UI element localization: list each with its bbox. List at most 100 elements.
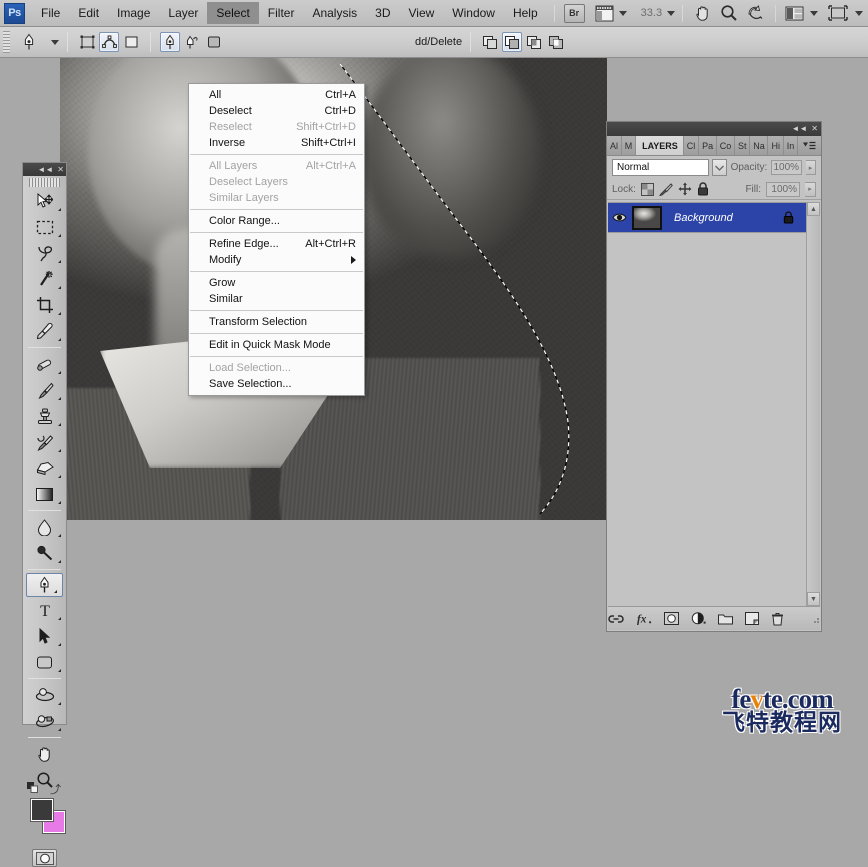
tool-lasso[interactable] xyxy=(23,240,66,266)
paths-icon[interactable] xyxy=(99,32,119,52)
quick-mask-icon[interactable] xyxy=(32,849,57,867)
opacity-stepper[interactable]: ▸ xyxy=(806,160,816,175)
fill-pixels-icon[interactable] xyxy=(121,32,141,52)
tool-blur[interactable] xyxy=(23,514,66,540)
panel-menu-icon[interactable] xyxy=(798,136,821,155)
delete-layer-icon[interactable] xyxy=(771,611,784,627)
menu-select[interactable]: Select xyxy=(207,2,258,24)
tool-dodge[interactable] xyxy=(23,540,66,566)
tab-info[interactable]: In xyxy=(784,136,798,155)
layer-thumbnail[interactable] xyxy=(632,206,662,230)
zoom-level-dropdown-arrow[interactable] xyxy=(667,11,675,16)
menu-item-inverse[interactable]: Inverse Shift+Ctrl+I xyxy=(189,135,364,151)
tool-crop[interactable] xyxy=(23,292,66,318)
tool-spot-healing-brush[interactable] xyxy=(23,351,66,377)
menu-layer[interactable]: Layer xyxy=(159,2,207,24)
menu-image[interactable]: Image xyxy=(108,2,159,24)
new-adjustment-layer-icon[interactable] xyxy=(691,611,706,627)
collapse-panel-icon[interactable]: ◄◄ xyxy=(791,125,807,133)
shape-layers-icon[interactable] xyxy=(77,32,97,52)
tool-gradient[interactable] xyxy=(23,481,66,507)
collapse-panel-icon[interactable]: ◄◄ xyxy=(37,166,53,174)
lock-all-icon[interactable] xyxy=(697,182,709,196)
zoom-tool-icon[interactable] xyxy=(716,4,742,22)
tool-brush[interactable] xyxy=(23,377,66,403)
add-layer-mask-icon[interactable] xyxy=(664,611,679,627)
tool-rectangular-marquee[interactable] xyxy=(23,214,66,240)
tool-move[interactable] xyxy=(23,188,66,214)
layer-name-label[interactable]: Background xyxy=(662,212,783,224)
menu-edit[interactable]: Edit xyxy=(69,2,108,24)
swap-colors-icon[interactable]: ⤴ xyxy=(50,781,61,797)
screen-mode-icon[interactable] xyxy=(826,5,850,21)
tool-clone-stamp[interactable] xyxy=(23,403,66,429)
arrange-documents-icon[interactable] xyxy=(783,6,805,21)
scroll-down-button[interactable]: ▼ xyxy=(807,592,820,606)
menu-item-modify[interactable]: Modify xyxy=(189,252,364,268)
tool-3d-orbit[interactable] xyxy=(23,708,66,734)
menu-help[interactable]: Help xyxy=(504,2,547,24)
close-panel-icon[interactable]: ✕ xyxy=(811,125,818,133)
tool-preset-dropdown-arrow[interactable] xyxy=(51,40,59,45)
tool-pen[interactable] xyxy=(26,573,63,597)
new-layer-icon[interactable] xyxy=(745,611,759,627)
tool-3d-rotate[interactable] xyxy=(23,682,66,708)
foreground-color-swatch[interactable] xyxy=(31,799,53,821)
opacity-input[interactable]: 100% xyxy=(771,160,802,175)
arrange-documents-dropdown-arrow[interactable] xyxy=(810,11,818,16)
subtract-from-path-icon[interactable] xyxy=(502,32,522,52)
add-layer-style-icon[interactable]: fx xyxy=(636,611,652,627)
freeform-pen-tool-icon[interactable] xyxy=(182,32,202,52)
tool-history-brush[interactable] xyxy=(23,429,66,455)
tool-hand[interactable] xyxy=(23,741,66,767)
tool-eraser[interactable] xyxy=(23,455,66,481)
tool-path-selection[interactable] xyxy=(23,623,66,649)
launch-bridge-button[interactable]: Br xyxy=(564,4,585,23)
tools-panel-header[interactable]: ◄◄ ✕ xyxy=(23,163,66,176)
menu-item-similar[interactable]: Similar xyxy=(189,291,364,307)
exclude-path-icon[interactable] xyxy=(546,32,566,52)
fill-input[interactable]: 100% xyxy=(766,182,800,197)
menu-filter[interactable]: Filter xyxy=(259,2,304,24)
view-extras-dropdown-arrow[interactable] xyxy=(619,11,627,16)
menu-item-deselect[interactable]: Deselect Ctrl+D xyxy=(189,103,364,119)
lock-transparent-pixels-icon[interactable] xyxy=(641,183,654,196)
menu-3d[interactable]: 3D xyxy=(366,2,399,24)
layer-row-background[interactable]: Background xyxy=(608,203,806,233)
link-layers-icon[interactable] xyxy=(608,611,624,627)
tab-adjustments[interactable]: Al xyxy=(607,136,622,155)
layers-panel-header[interactable]: ◄◄ ✕ xyxy=(607,122,821,136)
lock-position-icon[interactable] xyxy=(678,182,692,196)
menu-item-save-selection[interactable]: Save Selection... xyxy=(189,376,364,392)
blend-mode-select[interactable]: Normal xyxy=(612,159,709,176)
tab-layers[interactable]: LAYERS xyxy=(636,136,684,155)
menu-view[interactable]: View xyxy=(399,2,443,24)
scroll-up-button[interactable]: ▲ xyxy=(807,202,820,216)
tab-color[interactable]: Co xyxy=(717,136,735,155)
fill-stepper[interactable]: ▸ xyxy=(805,182,816,197)
tab-history[interactable]: Hi xyxy=(768,136,783,155)
menu-item-all[interactable]: All Ctrl+A xyxy=(189,87,364,103)
menu-item-edit-in-quick-mask-mode[interactable]: Edit in Quick Mask Mode xyxy=(189,337,364,353)
tab-navigator[interactable]: Na xyxy=(750,136,768,155)
tab-paths[interactable]: Pa xyxy=(699,136,717,155)
tab-masks[interactable]: M xyxy=(622,136,636,155)
menu-file[interactable]: File xyxy=(32,2,69,24)
layers-scrollbar[interactable]: ▲ ▼ xyxy=(806,202,820,606)
menu-item-color-range[interactable]: Color Range... xyxy=(189,213,364,229)
screen-mode-dropdown-arrow[interactable] xyxy=(855,11,863,16)
layer-visibility-toggle[interactable] xyxy=(608,212,630,223)
pen-tool-mode-icon[interactable] xyxy=(160,32,180,52)
close-panel-icon[interactable]: ✕ xyxy=(57,166,64,174)
menu-item-grow[interactable]: Grow xyxy=(189,275,364,291)
panel-resize-grip[interactable] xyxy=(810,611,820,627)
tool-eyedropper[interactable] xyxy=(23,318,66,344)
menu-item-refine-edge[interactable]: Refine Edge... Alt+Ctrl+R xyxy=(189,236,364,252)
tools-panel-grip[interactable] xyxy=(29,178,60,187)
select-menu-dropdown[interactable]: All Ctrl+A Deselect Ctrl+D Reselect Shif… xyxy=(188,83,365,396)
tool-rectangle-shape[interactable] xyxy=(23,649,66,675)
view-extras-icon[interactable] xyxy=(595,5,614,22)
tab-styles[interactable]: St xyxy=(735,136,750,155)
pen-tool-icon[interactable] xyxy=(16,32,42,52)
add-to-path-icon[interactable] xyxy=(480,32,500,52)
